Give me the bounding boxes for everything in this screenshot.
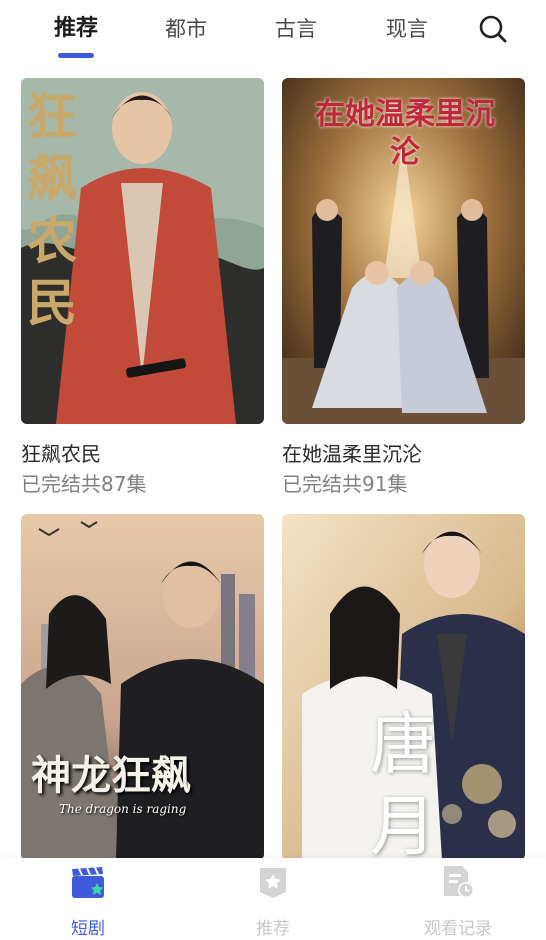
drama-title[interactable]: 狂飙农民	[21, 438, 101, 467]
poster-title-art: 在她温柔里沉沦	[315, 97, 495, 170]
nav-recommend[interactable]: 推荐	[213, 858, 333, 940]
nav-watch-history[interactable]: 观看记录	[398, 858, 518, 940]
drama-status: 已完结共91集	[282, 472, 408, 496]
bottom-navigation: 短剧 推荐 观看记录	[0, 858, 546, 940]
poster-title-art: 唐月	[370, 706, 436, 860]
poster-subtitle-art: The dragon is raging	[59, 802, 187, 816]
nav-short-drama[interactable]: 短剧	[28, 858, 148, 940]
nav-label: 短剧	[71, 919, 105, 939]
drama-title[interactable]: 在她温柔里沉沦	[282, 438, 422, 467]
drama-poster[interactable]: 在她温柔里沉沦	[282, 78, 525, 424]
history-document-icon	[440, 864, 476, 900]
clapperboard-icon	[70, 864, 106, 900]
drama-poster[interactable]: 狂飙农民	[21, 78, 264, 424]
drama-poster[interactable]: 唐月	[282, 514, 525, 860]
nav-label: 推荐	[256, 919, 290, 939]
drama-status: 已完结共87集	[21, 472, 147, 496]
poster-title-art: 狂飙农民	[27, 87, 77, 332]
drama-grid: 狂飙农民 狂飙农民 已完结共87集 在她温柔里沉沦 在她温柔里沉沦 已完结共91…	[0, 0, 546, 860]
drama-poster[interactable]: 神龙狂飙 The dragon is raging	[21, 514, 264, 860]
star-badge-icon	[255, 864, 291, 900]
poster-title-art: 神龙狂飙	[31, 752, 191, 799]
nav-label: 观看记录	[424, 919, 492, 939]
